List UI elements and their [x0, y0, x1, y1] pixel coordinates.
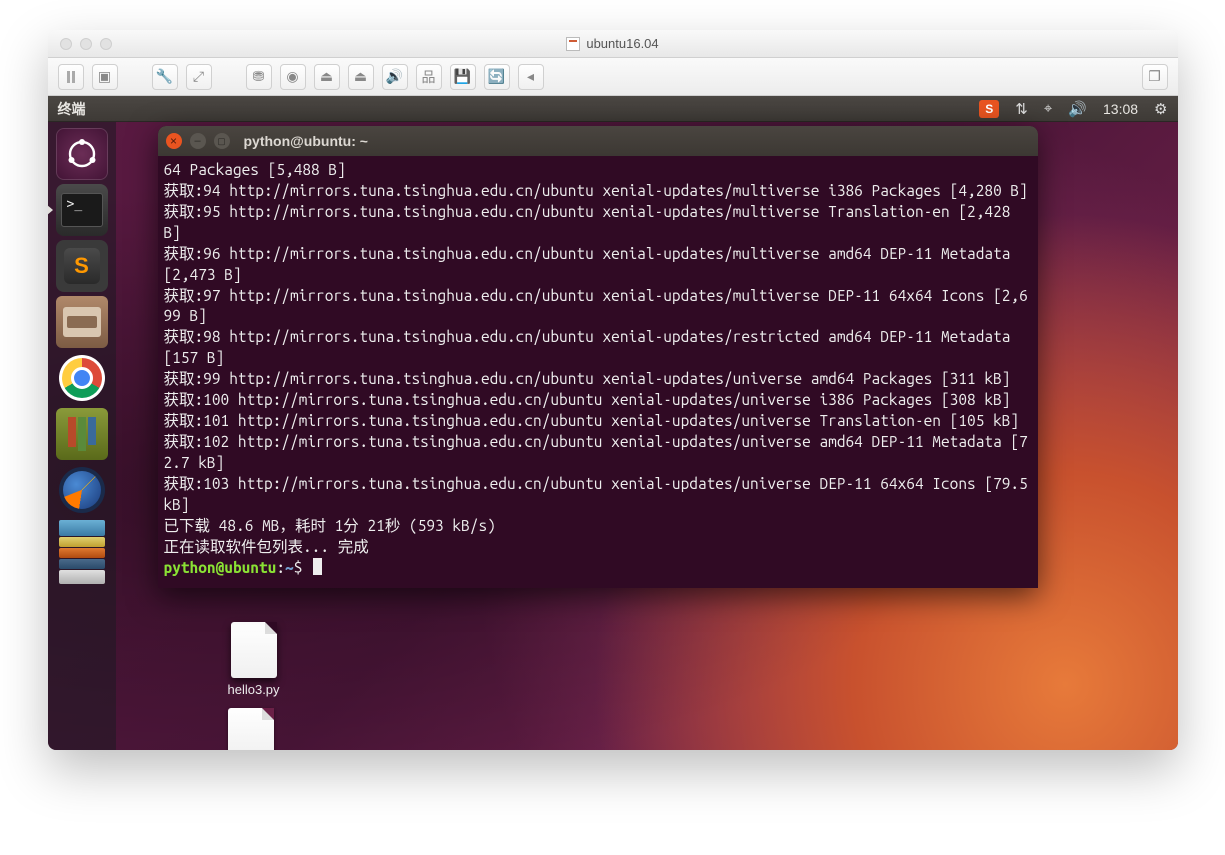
- bluetooth-icon[interactable]: ⌖: [1044, 100, 1052, 117]
- guest-screen: 终端 S ⇅ ⌖ 🔊 13:08 ⚙ S: [48, 96, 1178, 750]
- launcher-books[interactable]: [56, 408, 108, 460]
- hdd-button[interactable]: ⛃: [246, 64, 272, 90]
- unity-launcher: S: [48, 122, 116, 750]
- stack-item-icon: [59, 537, 105, 547]
- system-gear-icon[interactable]: ⚙: [1154, 100, 1167, 118]
- window-minimize-button[interactable]: [190, 133, 206, 149]
- menubar-app-title: 终端: [58, 99, 86, 119]
- vm-doc-icon: [566, 37, 580, 51]
- terminal-body[interactable]: 64 Packages [5,488 B] 获取:94 http://mirro…: [158, 156, 1038, 588]
- floppy-button[interactable]: 💾: [450, 64, 476, 90]
- host-toolbar: ▣ 🔧 ⤢ ⛃ ◉ ⏏ ⏏ 🔊 品 💾 🔄 ◂ ❐: [48, 58, 1178, 96]
- desktop-file-hello3[interactable]: hello3.py: [228, 622, 280, 697]
- files-icon: [63, 307, 101, 337]
- resize-icon: ⤢: [193, 68, 204, 85]
- collapse-button[interactable]: ◂: [518, 64, 544, 90]
- host-title-text: ubuntu16.04: [586, 36, 658, 51]
- terminal-icon: [61, 193, 103, 227]
- sublime-icon: S: [64, 248, 100, 284]
- multi-window-button[interactable]: ❐: [1142, 64, 1168, 90]
- desktop-file-label: hello3.py: [228, 682, 280, 697]
- fullscreen-button[interactable]: ⤢: [186, 64, 212, 90]
- stack-item-icon: [59, 559, 105, 569]
- usb1-button[interactable]: ⏏: [314, 64, 340, 90]
- launcher-firefox[interactable]: [56, 464, 108, 516]
- net-icon: 品: [422, 67, 436, 87]
- sound-button[interactable]: 🔊: [382, 64, 408, 90]
- ubuntu-logo-icon: [67, 139, 97, 169]
- desktop-file-partial[interactable]: [228, 708, 274, 750]
- firefox-icon: [63, 471, 101, 509]
- cd-icon: ◉: [286, 68, 298, 85]
- launcher-stack[interactable]: [56, 520, 108, 584]
- terminal-title-text: python@ubuntu: ~: [244, 133, 368, 149]
- floppy-icon: 💾: [454, 68, 471, 85]
- wrench-icon: 🔧: [156, 68, 173, 85]
- sync-icon: 🔄: [488, 68, 505, 85]
- file-icon: [228, 708, 274, 750]
- usb-icon: ⏏: [354, 68, 367, 85]
- snapshot-button[interactable]: ▣: [92, 64, 118, 90]
- guest-menubar: 终端 S ⇅ ⌖ 🔊 13:08 ⚙: [48, 96, 1178, 122]
- window-close-button[interactable]: [166, 133, 182, 149]
- books-icon: [68, 417, 96, 451]
- window-maximize-button[interactable]: [214, 133, 230, 149]
- usb2-button[interactable]: ⏏: [348, 64, 374, 90]
- network-device-button[interactable]: 品: [416, 64, 442, 90]
- active-indicator-icon: [48, 204, 53, 216]
- launcher-files[interactable]: [56, 296, 108, 348]
- launcher-dash[interactable]: [56, 128, 108, 180]
- vm-host-window: ubuntu16.04 ▣ 🔧 ⤢ ⛃ ◉ ⏏ ⏏ 🔊 品 💾 🔄 ◂ ❐ 终端…: [48, 30, 1178, 750]
- clock[interactable]: 13:08: [1103, 101, 1138, 117]
- launcher-sublime[interactable]: S: [56, 240, 108, 292]
- stack-item-icon: [59, 520, 105, 536]
- launcher-terminal[interactable]: [56, 184, 108, 236]
- settings-button[interactable]: 🔧: [152, 64, 178, 90]
- host-titlebar: ubuntu16.04: [48, 30, 1178, 58]
- terminal-window: python@ubuntu: ~ 64 Packages [5,488 B] 获…: [158, 126, 1038, 588]
- usb-icon: ⏏: [320, 68, 333, 85]
- sync-button[interactable]: 🔄: [484, 64, 510, 90]
- chrome-icon: [62, 358, 102, 398]
- sound-icon: 🔊: [386, 68, 403, 85]
- pause-vm-button[interactable]: [58, 64, 84, 90]
- terminal-cursor: [313, 558, 322, 575]
- file-icon: [231, 622, 277, 678]
- camera-icon: ▣: [98, 68, 111, 85]
- windows-icon: ❐: [1148, 68, 1161, 85]
- network-icon[interactable]: ⇅: [1015, 100, 1028, 118]
- host-title: ubuntu16.04: [48, 36, 1178, 51]
- stack-item-icon: [59, 570, 105, 584]
- cd-button[interactable]: ◉: [280, 64, 306, 90]
- volume-icon[interactable]: 🔊: [1068, 100, 1087, 118]
- launcher-chrome[interactable]: [56, 352, 108, 404]
- terminal-titlebar[interactable]: python@ubuntu: ~: [158, 126, 1038, 156]
- ime-indicator[interactable]: S: [979, 100, 999, 118]
- stack-item-icon: [59, 548, 105, 558]
- chevron-left-icon: ◂: [527, 68, 534, 85]
- hdd-icon: ⛃: [253, 68, 265, 85]
